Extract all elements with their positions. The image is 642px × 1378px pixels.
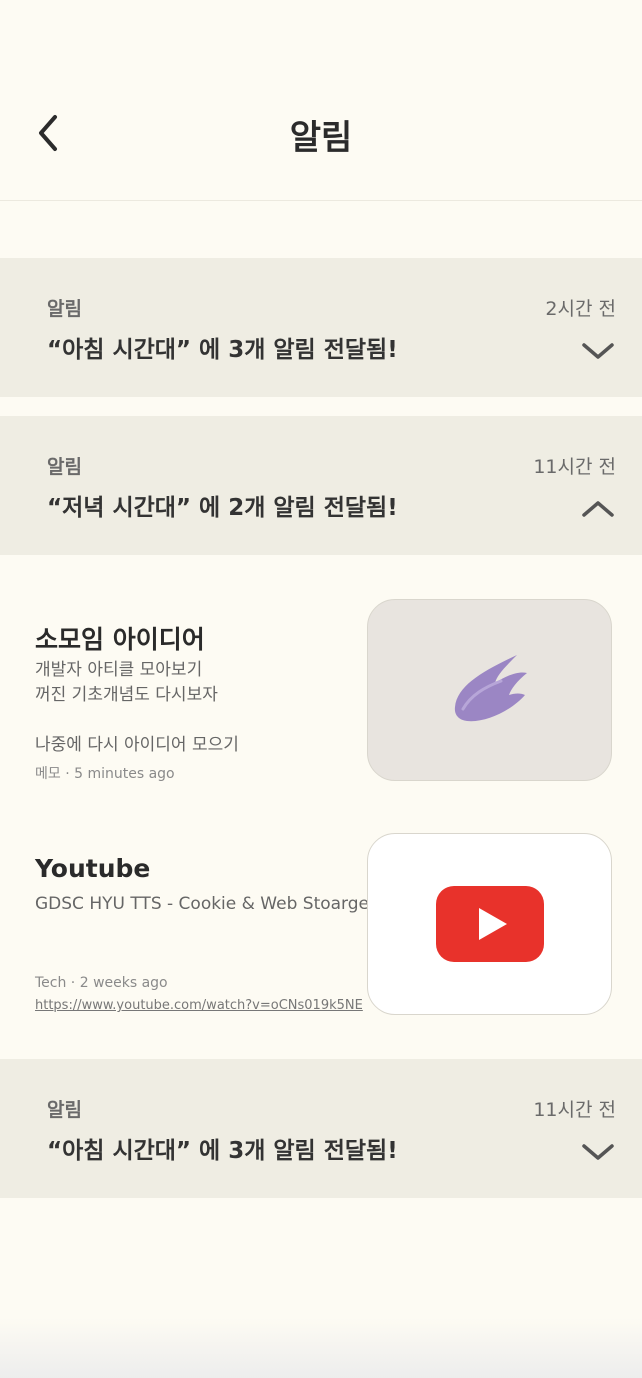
group-label: 알림 bbox=[47, 298, 82, 320]
notification-group[interactable]: 알림 2시간 전 “아침 시간대” 에 3개 알림 전달됨! bbox=[0, 258, 642, 397]
notification-group[interactable]: 알림 11시간 전 “아침 시간대” 에 3개 알림 전달됨! bbox=[0, 1059, 642, 1198]
bottom-fade bbox=[0, 1318, 642, 1378]
app-header: 알림 bbox=[0, 0, 642, 201]
card-meta: Tech · 2 weeks ago bbox=[35, 975, 168, 991]
card-thumbnail bbox=[367, 599, 612, 781]
card-title: Youtube bbox=[35, 854, 151, 883]
wing-icon bbox=[454, 655, 527, 722]
group-time: 2시간 전 bbox=[545, 298, 616, 320]
card-description: GDSC HYU TTS - Cookie & Web Stoarge bbox=[35, 894, 369, 914]
notification-card[interactable]: Youtube GDSC HYU TTS - Cookie & Web Stoa… bbox=[0, 832, 642, 1032]
notification-group[interactable]: 알림 11시간 전 “저녁 시간대” 에 2개 알림 전달됨! bbox=[0, 416, 642, 555]
card-meta: 메모 · 5 minutes ago bbox=[35, 766, 175, 782]
chevron-down-icon[interactable] bbox=[580, 340, 616, 362]
group-label: 알림 bbox=[47, 1099, 82, 1121]
group-message: “아침 시간대” 에 3개 알림 전달됨! bbox=[47, 1138, 398, 1164]
page-title: 알림 bbox=[289, 118, 353, 158]
notification-card[interactable]: 소모임 아이디어 개발자 아티클 모아보기 꺼진 기초개념도 다시보자 나중에 … bbox=[0, 598, 642, 798]
card-description: 개발자 아티클 모아보기 꺼진 기초개념도 다시보자 나중에 다시 아이디어 모… bbox=[35, 660, 239, 755]
chevron-up-icon[interactable] bbox=[580, 498, 616, 520]
group-message: “아침 시간대” 에 3개 알림 전달됨! bbox=[47, 337, 398, 363]
card-title: 소모임 아이디어 bbox=[35, 625, 205, 654]
group-time: 11시간 전 bbox=[533, 456, 616, 478]
chevron-down-icon[interactable] bbox=[580, 1141, 616, 1163]
card-thumbnail bbox=[367, 833, 612, 1015]
card-link[interactable]: https://www.youtube.com/watch?v=oCNs019k… bbox=[35, 998, 363, 1013]
group-time: 11시간 전 bbox=[533, 1099, 616, 1121]
group-message: “저녁 시간대” 에 2개 알림 전달됨! bbox=[47, 495, 398, 521]
group-label: 알림 bbox=[47, 456, 82, 478]
youtube-icon bbox=[435, 886, 544, 962]
